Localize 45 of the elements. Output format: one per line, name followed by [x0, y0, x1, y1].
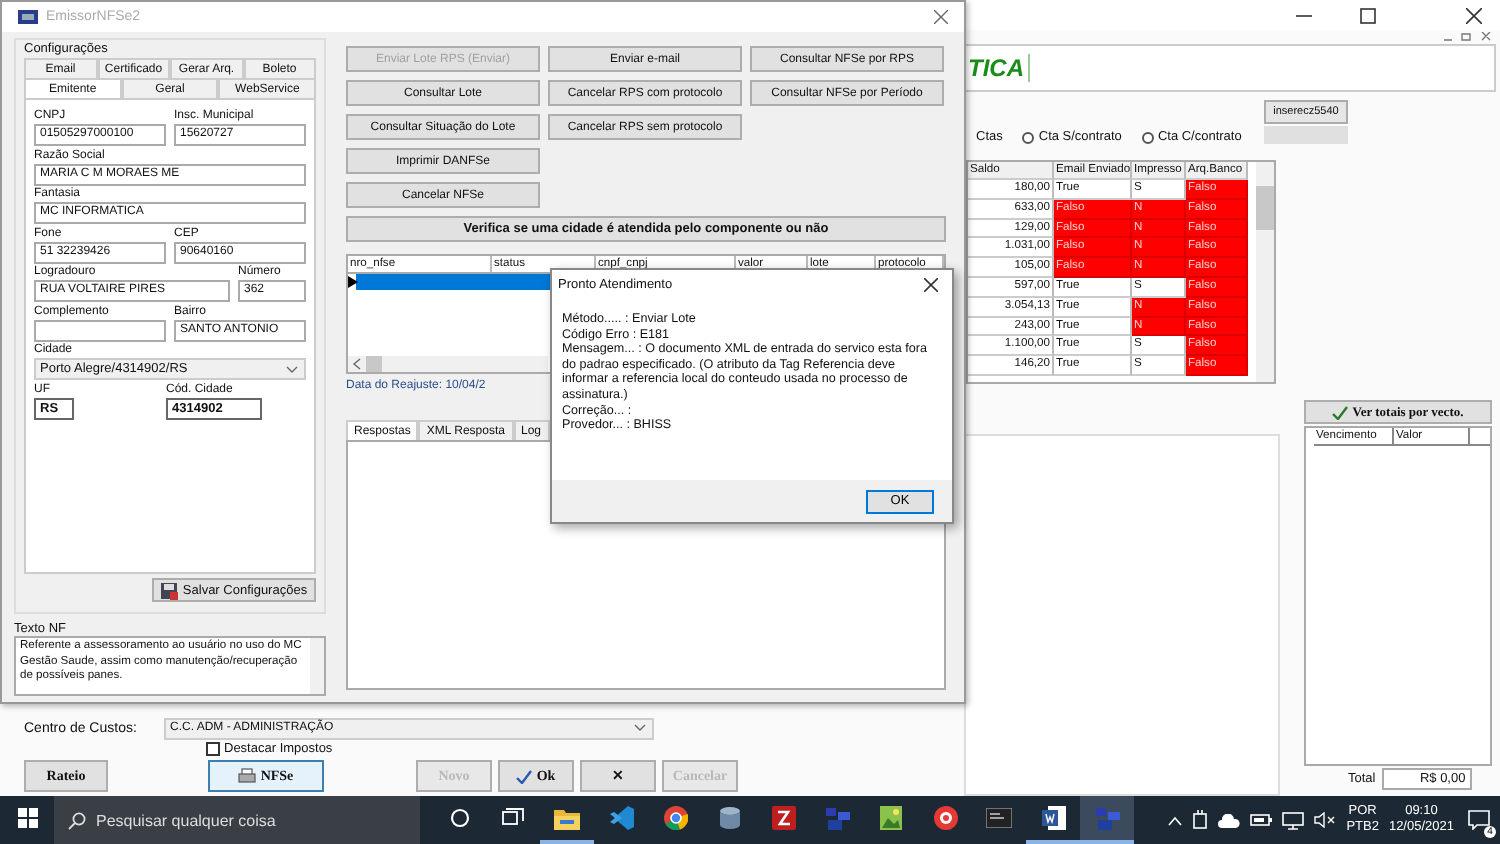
scroll-left-icon[interactable] [352, 358, 362, 370]
scrollbar[interactable] [310, 638, 324, 694]
task-view-icon [502, 808, 524, 828]
transfer-app-icon [771, 806, 795, 830]
terminal-icon [986, 808, 1012, 828]
printer-icon [238, 768, 257, 784]
network-icon[interactable] [1282, 811, 1305, 829]
mdi-controls-icon[interactable] [1444, 32, 1492, 42]
round-app-icon [933, 806, 957, 830]
chevron-down-icon [634, 724, 646, 732]
chevron-up-icon[interactable] [1168, 815, 1183, 825]
scrollbar[interactable] [1256, 162, 1274, 382]
row-pointer-icon [348, 276, 358, 288]
checkbox[interactable] [206, 742, 220, 756]
circle-icon [449, 808, 469, 828]
battery-icon[interactable] [1250, 814, 1273, 826]
close-icon[interactable] [1466, 8, 1482, 24]
app-icon [1095, 807, 1119, 829]
chevron-down-icon [286, 365, 298, 373]
database-icon [717, 806, 741, 830]
input-field[interactable] [34, 319, 166, 341]
start-icon [17, 808, 37, 828]
app-icon [825, 807, 849, 829]
speaker-muted-icon[interactable] [1314, 812, 1337, 828]
maximize-icon[interactable] [1360, 8, 1376, 24]
search-icon [68, 811, 86, 829]
folder-icon [554, 807, 580, 829]
cloud-icon[interactable] [1218, 813, 1241, 827]
app-icon [18, 8, 38, 26]
check-icon [1332, 405, 1349, 419]
search-field[interactable]: Pesquisar qualquer coisa [54, 796, 420, 844]
close-icon[interactable] [924, 278, 938, 292]
code-editor-icon [609, 806, 633, 830]
radio-button[interactable] [1022, 131, 1035, 143]
document-icon [1041, 806, 1065, 830]
check-icon [516, 769, 533, 783]
device-icon[interactable] [1192, 810, 1209, 830]
close-icon[interactable] [934, 10, 948, 24]
radio-button[interactable] [1141, 131, 1154, 143]
speech-bubble-icon [1468, 810, 1490, 830]
logo-text: TICA [968, 54, 1030, 82]
scrollbar[interactable] [348, 356, 548, 372]
browser-icon [663, 806, 687, 830]
image-icon [880, 806, 902, 830]
status-panel [1264, 126, 1348, 144]
